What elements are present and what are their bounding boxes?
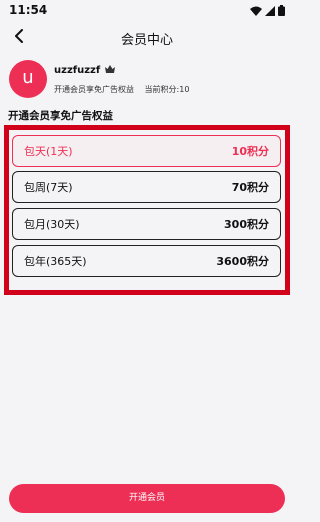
user-subtitle: 开通会员享免广告权益 当前积分:10 <box>54 84 197 95</box>
plan-name: 包周(7天) <box>24 181 73 194</box>
points-text: 当前积分:10 <box>144 85 190 94</box>
plan-option-year[interactable]: 包年(365天) 3600积分 <box>12 245 281 277</box>
wifi-icon <box>250 1 262 20</box>
plan-price: 3600积分 <box>216 255 269 268</box>
title-bar: 会员中心 <box>0 24 294 52</box>
avatar: u <box>9 60 47 98</box>
plan-price: 300积分 <box>224 218 269 231</box>
signal-icon <box>265 1 275 20</box>
section-title: 开通会员享免广告权益 <box>8 110 113 122</box>
plan-option-day[interactable]: 包天(1天) 10积分 <box>12 135 281 167</box>
plan-name: 包年(365天) <box>24 255 87 268</box>
plan-name: 包月(30天) <box>24 218 80 231</box>
battery-icon <box>278 1 285 20</box>
plan-price: 70积分 <box>231 181 269 194</box>
plan-option-week[interactable]: 包周(7天) 70积分 <box>12 171 281 203</box>
username-text: uzzfuzzf <box>54 65 101 76</box>
plan-option-month[interactable]: 包月(30天) 300积分 <box>12 208 281 240</box>
status-time: 11:54 <box>9 3 48 17</box>
crown-icon <box>105 65 116 76</box>
username: uzzfuzzf <box>54 65 116 76</box>
status-icons <box>250 4 285 16</box>
user-benefit-text: 开通会员享免广告权益 <box>54 85 134 94</box>
plan-price: 10积分 <box>231 145 269 158</box>
open-membership-button[interactable]: 开通会员 <box>9 484 285 513</box>
page-title: 会员中心 <box>120 33 173 48</box>
plan-name: 包天(1天) <box>24 145 73 158</box>
status-bar: 11:54 <box>0 0 294 20</box>
